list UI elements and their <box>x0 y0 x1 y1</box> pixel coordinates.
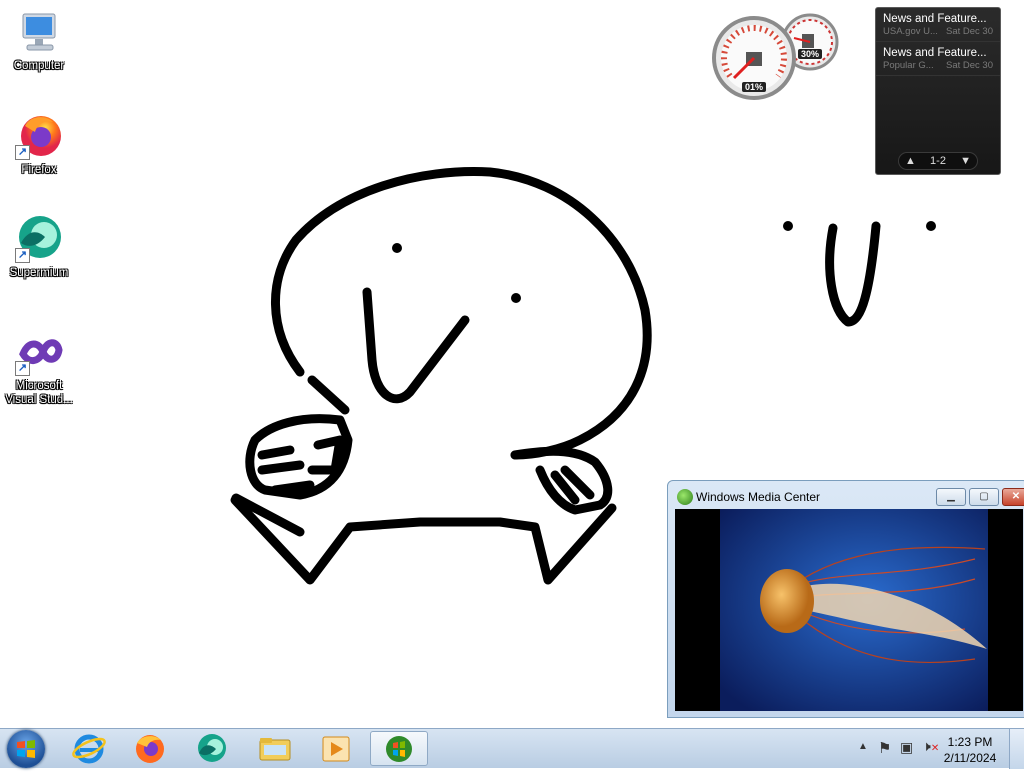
internet-explorer-icon <box>72 734 106 764</box>
desktop-icon-supermium[interactable]: ↗ Supermium <box>4 215 74 280</box>
start-button[interactable] <box>7 730 45 768</box>
system-tray: ▲ ⚑ ▣ 🕨✕ <box>844 729 944 769</box>
media-player-icon <box>322 736 350 762</box>
desktop-icon-label: Firefox <box>21 164 57 176</box>
taskbar-clock[interactable]: 1:23 PM 2/11/2024 <box>940 734 1000 766</box>
shortcut-arrow-icon: ↗ <box>15 145 30 160</box>
maximize-icon: ▢ <box>979 491 989 502</box>
show-desktop-button[interactable] <box>1009 729 1024 769</box>
action-center-flag-icon[interactable]: ⚑ <box>878 739 891 757</box>
news-item-title: News and Feature... <box>883 47 987 59</box>
desktop-icon-label: Supermium <box>9 267 69 279</box>
taskbar-media-center[interactable] <box>370 731 428 766</box>
taskbar-internet-explorer[interactable] <box>62 731 116 766</box>
media-center-video[interactable] <box>675 509 1023 711</box>
maximize-button[interactable]: ▢ <box>969 488 999 506</box>
clock-date: 2/11/2024 <box>943 751 997 765</box>
shortcut-arrow-icon: ↗ <box>15 361 30 376</box>
media-center-window[interactable]: Windows Media Center ▁ ▢ ✕ <box>667 480 1024 718</box>
taskbar-firefox[interactable] <box>123 731 177 766</box>
news-feed-gadget[interactable]: News and Feature... USA.gov U... Sat Dec … <box>875 7 1001 175</box>
media-center-icon <box>386 736 412 762</box>
taskbar-media-player[interactable] <box>309 731 363 766</box>
window-title: Windows Media Center <box>696 490 821 504</box>
cpu-meter-gadget[interactable]: 01% 30% <box>712 8 842 104</box>
taskbar-supermium[interactable] <box>185 731 239 766</box>
memory-usage-label: 30% <box>798 49 823 59</box>
visual-studio-icon: ↗ <box>15 328 63 376</box>
volume-muted-icon[interactable]: 🕨✕ <box>922 738 939 755</box>
desktop-icon-label: Computer <box>13 60 65 72</box>
taskbar: ▲ ⚑ ▣ 🕨✕ 1:23 PM 2/11/2024 <box>0 728 1024 769</box>
firefox-icon: ↗ <box>15 112 63 160</box>
supermium-icon <box>198 734 226 762</box>
media-center-icon <box>677 489 693 505</box>
news-item-date: Sat Dec 30 <box>946 60 993 71</box>
cpu-usage-label: 01% <box>742 82 767 92</box>
desktop-icon-visual-studio[interactable]: ↗ Microsoft Visual Stud... <box>4 328 74 407</box>
firefox-icon <box>136 735 164 763</box>
close-button[interactable]: ✕ <box>1002 488 1024 506</box>
shortcut-arrow-icon: ↗ <box>15 248 30 263</box>
close-icon: ✕ <box>1011 491 1021 502</box>
supermium-icon: ↗ <box>15 215 63 263</box>
news-item-date: Sat Dec 30 <box>946 26 993 37</box>
windows-explorer-icon <box>259 738 291 761</box>
news-item[interactable]: News and Feature... Popular G... Sat Dec … <box>876 42 1000 76</box>
computer-icon <box>15 8 63 56</box>
desktop-icon-label: Microsoft Visual Stud... <box>5 380 73 406</box>
news-item[interactable]: News and Feature... USA.gov U... Sat Dec … <box>876 8 1000 42</box>
clock-time: 1:23 PM <box>947 735 993 749</box>
desktop-icon-firefox[interactable]: ↗ Firefox <box>4 112 74 177</box>
news-item-source: Popular G... <box>883 60 934 71</box>
news-item-title: News and Feature... <box>883 13 987 25</box>
pager-label: 1-2 <box>930 155 946 167</box>
minimize-button[interactable]: ▁ <box>936 488 966 506</box>
news-pager: ▲ 1-2 ▼ <box>898 152 978 170</box>
news-item-source: USA.gov U... <box>883 26 938 37</box>
pager-prev-icon[interactable]: ▲ <box>905 155 916 167</box>
windows-logo-icon <box>17 740 35 758</box>
show-hidden-icons-icon[interactable]: ▲ <box>858 741 868 752</box>
taskbar-windows-explorer[interactable] <box>248 731 302 766</box>
desktop-icon-computer[interactable]: Computer <box>4 8 74 73</box>
minimize-icon: ▁ <box>947 491 955 502</box>
pager-next-icon[interactable]: ▼ <box>960 155 971 167</box>
network-icon[interactable]: ▣ <box>900 739 913 756</box>
